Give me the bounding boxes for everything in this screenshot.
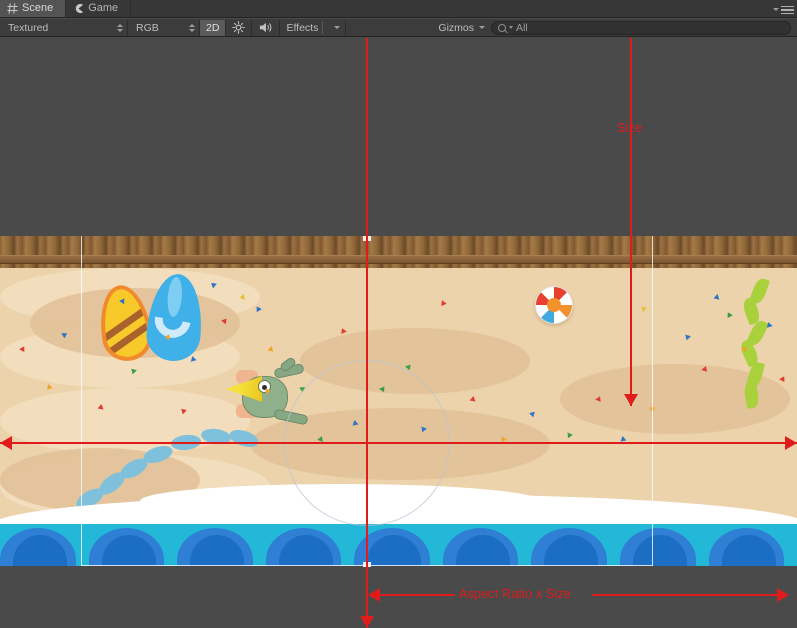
horizontal-axis-line [0,442,797,444]
effects-label: Effects [286,21,319,34]
aspect-arrow-right [777,588,789,602]
chevron-down-icon [334,26,341,29]
gizmos-button[interactable]: Gizmos [432,20,491,36]
color-mode-label: RGB [136,21,159,34]
grid-hash-icon [6,2,18,14]
sun-light-icon [232,21,246,34]
size-arrow-bottom [624,394,638,406]
tab-scene[interactable]: Scene [0,0,67,17]
vertical-axis-arrow-bottom [360,616,374,628]
tab-scene-label: Scene [22,2,54,14]
unity-scene-window: Scene Game Textured RGB 2D Effects Gizmo… [0,0,797,628]
size-annotation-label: Size [617,121,643,135]
aspect-arrow-left [368,588,380,602]
camera-view-bounds-right [652,236,653,566]
camera-view-bounds-left [81,236,82,566]
speaker-audio-icon [258,21,273,34]
menu-lines-icon [781,5,794,15]
axis-arrow-right [785,436,797,450]
aspect-measure-line-right [592,594,777,596]
hamburger-menu-icon[interactable] [772,4,794,16]
effects-dropdown-arrow[interactable] [324,19,347,36]
wooden-fence [0,236,797,268]
fence-rail [0,255,797,264]
draw-mode-dropdown[interactable]: Textured [0,19,128,36]
toggle-lighting-button[interactable] [226,19,253,36]
toggle-2d-label: 2D [206,21,220,34]
toggle-2d-button[interactable]: 2D [200,19,227,36]
beach-ball [535,286,573,324]
scene-viewport[interactable]: Size Aspect Ratio x Size [0,38,797,628]
search-placeholder: All [516,21,528,34]
chevron-down-icon [479,26,485,29]
axis-arrow-left [0,436,12,450]
updown-arrows-icon [117,23,123,32]
toggle-audio-button[interactable] [252,19,281,36]
window-tab-bar: Scene Game [0,0,797,18]
draw-mode-label: Textured [8,21,49,34]
search-magnifier-icon [498,23,506,32]
effects-button[interactable]: Effects [280,20,321,36]
aspect-annotation-label: Aspect Ratio x Size [459,587,572,601]
size-measure-line [630,38,632,406]
ocean-wave-bumps [0,528,797,566]
search-filter-chevron-icon [509,26,513,29]
updown-arrows-icon [189,23,195,32]
aspect-measure-line-left [380,594,455,596]
color-mode-dropdown[interactable]: RGB [128,19,200,36]
toolbar-divider [322,21,324,34]
chevron-down-icon [773,8,779,11]
gizmos-label: Gizmos [438,21,474,34]
vertical-axis-line [366,38,368,628]
search-input[interactable]: All [491,20,791,35]
tab-game[interactable]: Game [66,0,132,17]
tab-game-label: Game [88,2,119,14]
scene-toolbar: Textured RGB 2D Effects Gizmos All [0,19,797,37]
seaweed-vine [735,276,775,409]
gamepad-pacman-icon [72,2,84,14]
